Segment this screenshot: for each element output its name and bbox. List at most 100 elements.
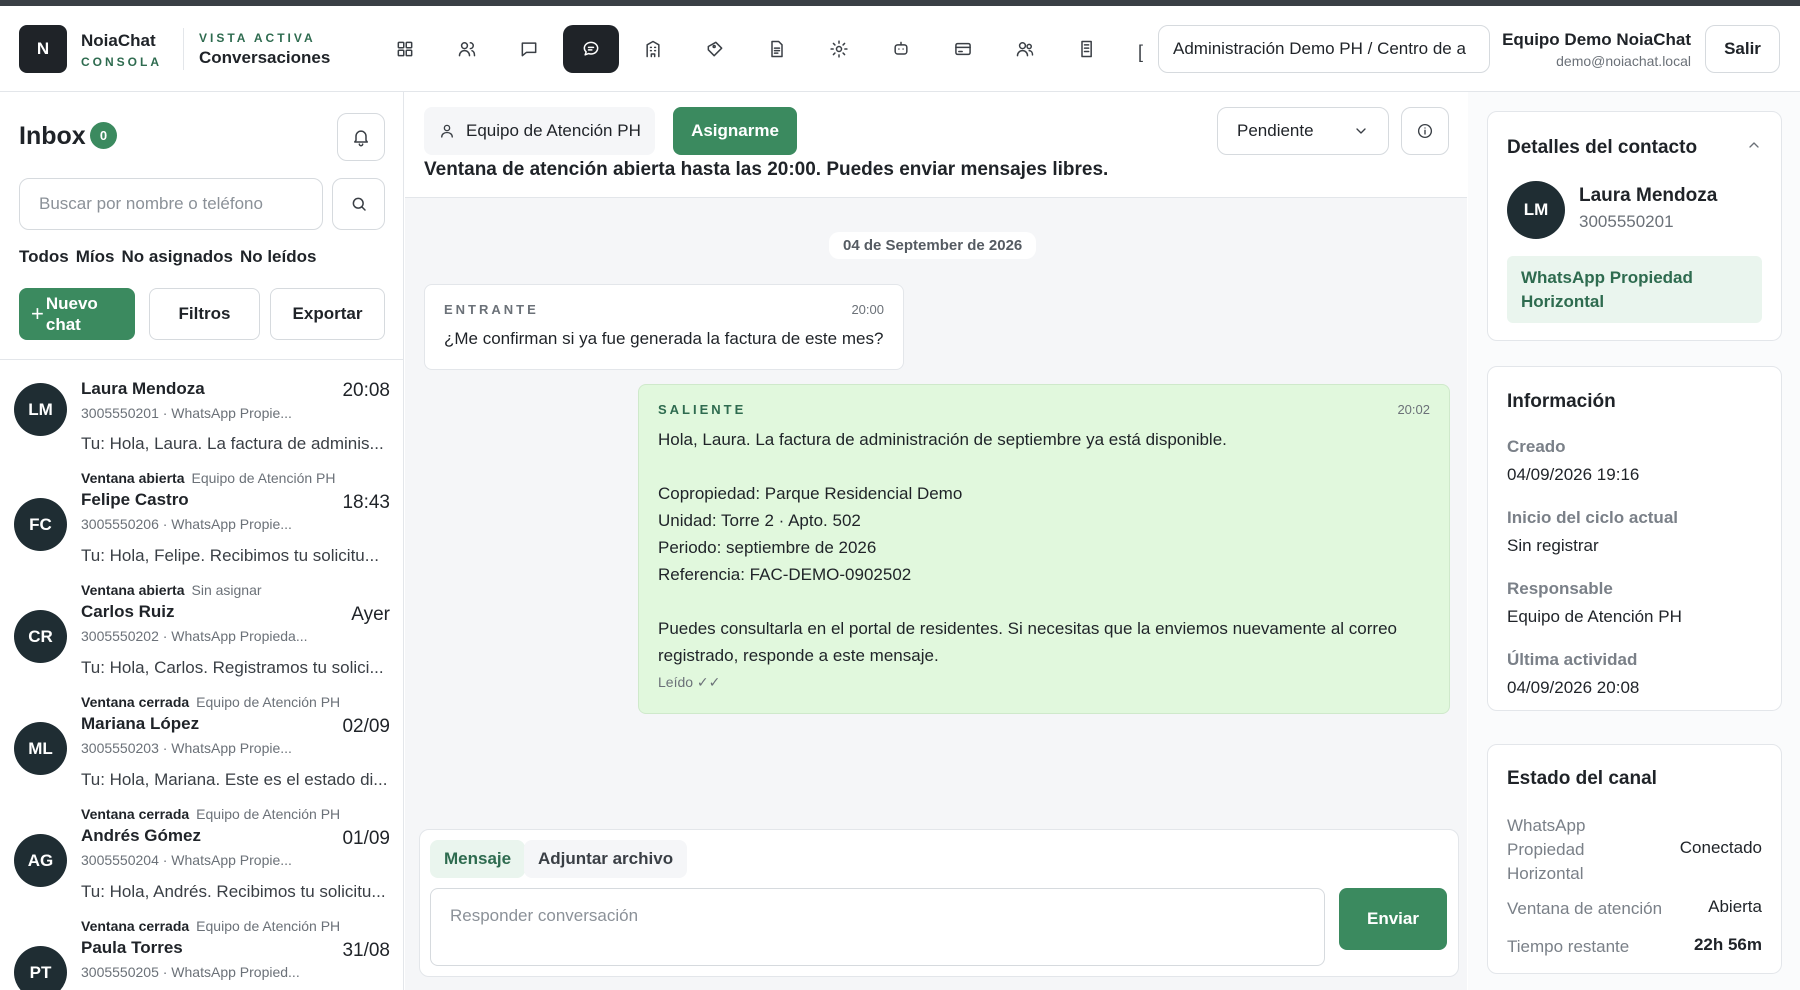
conversation-tags: Ventana abierta Sin asignar [81, 582, 262, 598]
date-divider: 04 de September de 2026 [829, 232, 1037, 259]
plus-icon: + [31, 301, 44, 327]
nav-campaigns[interactable] [687, 25, 743, 73]
conversation-phone: 3005550201 · WhatsApp Propie... [81, 405, 292, 421]
inbox-title: Inbox [19, 122, 86, 150]
last-activity-label: Última actividad [1507, 650, 1638, 669]
conversation-time: 01/09 [342, 828, 390, 849]
assigned-team: Equipo de Atención PH [196, 806, 341, 822]
nav-conversations[interactable] [563, 25, 619, 73]
book-icon [1081, 40, 1092, 58]
message-line: Referencia: FAC-DEMO-0902502 [658, 565, 912, 584]
contact-details-title: Detalles del contacto [1507, 137, 1698, 158]
conversation-item[interactable]: Ventana cerrada Equipo de Atención PH PT … [0, 910, 403, 990]
assigned-team-chip[interactable]: Equipo de Atención PH [424, 107, 655, 155]
search-input[interactable] [19, 178, 323, 230]
conversation-panel: Equipo de Atención PH Asignarme Pendient… [405, 92, 1467, 990]
conversation-name: Mariana López [81, 714, 200, 733]
status-select[interactable]: Pendiente [1217, 107, 1389, 155]
conversation-name: Carlos Ruiz [81, 602, 175, 621]
assigned-team: Equipo de Atención PH [196, 694, 341, 710]
message-text: ¿Me confirman si ya fue generada la fact… [444, 329, 884, 348]
tab-unassigned[interactable]: No asignados [121, 247, 232, 267]
details-panel: Detalles del contacto LM Laura Mendoza 3… [1468, 92, 1800, 990]
nav-settings[interactable] [811, 25, 867, 73]
active-view-name: Conversaciones [199, 48, 331, 67]
notifications-button[interactable] [337, 113, 385, 161]
reply-input[interactable] [430, 888, 1325, 966]
conversation-tags: Ventana cerrada Equipo de Atención PH [81, 694, 340, 710]
information-title: Información [1507, 391, 1616, 412]
window-status: Ventana abierta [81, 470, 185, 486]
avatar: ML [14, 722, 67, 775]
conversation-preview: Tu: Hola, Felipe. Recibimos tu solicitu.… [81, 546, 379, 565]
logout-button[interactable]: Salir [1705, 25, 1780, 73]
tab-mine[interactable]: Míos [76, 247, 115, 267]
assign-to-me-button[interactable]: Asignarme [673, 107, 797, 155]
chevron-up-icon[interactable] [1746, 137, 1762, 153]
bell-icon [354, 130, 368, 147]
export-button[interactable]: Exportar [270, 288, 385, 340]
nav-bots[interactable] [873, 25, 929, 73]
conversation-item[interactable]: Ventana abierta Sin asignar CR Carlos Rui… [0, 574, 403, 685]
service-window-note: Ventana de atención abierta hasta las 20… [424, 159, 1109, 180]
inbox-count-badge: 0 [90, 122, 117, 149]
search-icon [352, 197, 366, 211]
contact-name: Laura Mendoza [1579, 185, 1718, 206]
send-button[interactable]: Enviar [1339, 888, 1447, 950]
document-icon [771, 40, 783, 58]
nav-team[interactable] [997, 25, 1053, 73]
filters-button[interactable]: Filtros [149, 288, 260, 340]
user-email: demo@noiachat.local [1556, 53, 1691, 69]
brand-logo: N [19, 25, 67, 73]
service-window-label: Ventana de atención [1507, 899, 1663, 918]
nav-reports[interactable] [1059, 25, 1115, 73]
message-line: Hola, Laura. La factura de administració… [658, 430, 1227, 449]
channel-name-label: WhatsApp Propiedad Horizontal [1507, 816, 1586, 883]
conversation-preview: Tu: Hola, Laura. La factura de adminis..… [81, 434, 384, 453]
chat-bubble-icon [521, 42, 537, 57]
conversation-name: Andrés Gómez [81, 826, 201, 845]
created-label: Creado [1507, 437, 1566, 456]
tab-all[interactable]: Todos [19, 247, 69, 267]
message-direction-label: SALIENTE [658, 402, 747, 417]
brand-subtitle: CONSOLA [81, 55, 162, 69]
nav-contacts[interactable] [439, 25, 495, 73]
nav-properties[interactable] [625, 25, 681, 73]
tab-unread[interactable]: No leídos [240, 247, 317, 267]
conversation-name: Paula Torres [81, 938, 183, 957]
conversation-tags: Ventana abierta Equipo de Atención PH [81, 470, 336, 486]
conversation-item[interactable]: Ventana abierta Equipo de Atención PH FC … [0, 462, 403, 573]
organization-selector[interactable]: Administración Demo PH / Centro de a [1158, 25, 1490, 73]
composer-tab-attach[interactable]: Adjuntar archivo [524, 840, 688, 878]
top-header: N NoiaChat CONSOLA VISTA ACTIVA Conversa… [0, 6, 1800, 92]
nav-dashboard[interactable] [377, 25, 433, 73]
conversation-time: 18:43 [342, 492, 390, 513]
avatar: PT [14, 946, 67, 990]
message-line: Unidad: Torre 2 · Apto. 502 [658, 511, 861, 530]
conversation-item[interactable]: Ventana cerrada Equipo de Atención PH ML … [0, 686, 403, 797]
sidebar-divider [0, 359, 403, 360]
users-icon [458, 42, 476, 57]
team-chip-label: Equipo de Atención PH [466, 121, 641, 140]
search-button[interactable] [332, 178, 385, 230]
conversation-preview: Tu: Hola, Mariana. Este es el estado di.… [81, 770, 388, 789]
window-status: Ventana cerrada [81, 806, 190, 822]
conversation-time: 20:08 [342, 380, 390, 401]
inbox-filter-tabs: Todos Míos No asignados No leídos [19, 247, 316, 267]
new-chat-button[interactable]: + Nuevo chat [19, 288, 135, 340]
conversation-tags: Ventana cerrada Equipo de Atención PH [81, 806, 340, 822]
nav-documents[interactable] [749, 25, 805, 73]
composer-tab-message[interactable]: Mensaje [430, 840, 526, 878]
conversation-item[interactable]: Ventana cerrada Equipo de Atención PH AG … [0, 798, 403, 909]
service-window-value: Abierta [1708, 897, 1762, 916]
bot-icon [894, 41, 908, 55]
conversation-time: Ayer [351, 604, 390, 625]
assigned-team: Equipo de Atención PH [191, 470, 336, 486]
message-line: Copropiedad: Parque Residencial Demo [658, 484, 963, 503]
nav-messages[interactable] [501, 25, 557, 73]
conversation-header: Equipo de Atención PH Asignarme Pendient… [405, 92, 1467, 198]
conversation-info-button[interactable] [1401, 107, 1449, 155]
contact-phone: 3005550201 [1579, 212, 1674, 231]
nav-billing[interactable] [935, 25, 991, 73]
avatar: LM [1507, 181, 1565, 239]
